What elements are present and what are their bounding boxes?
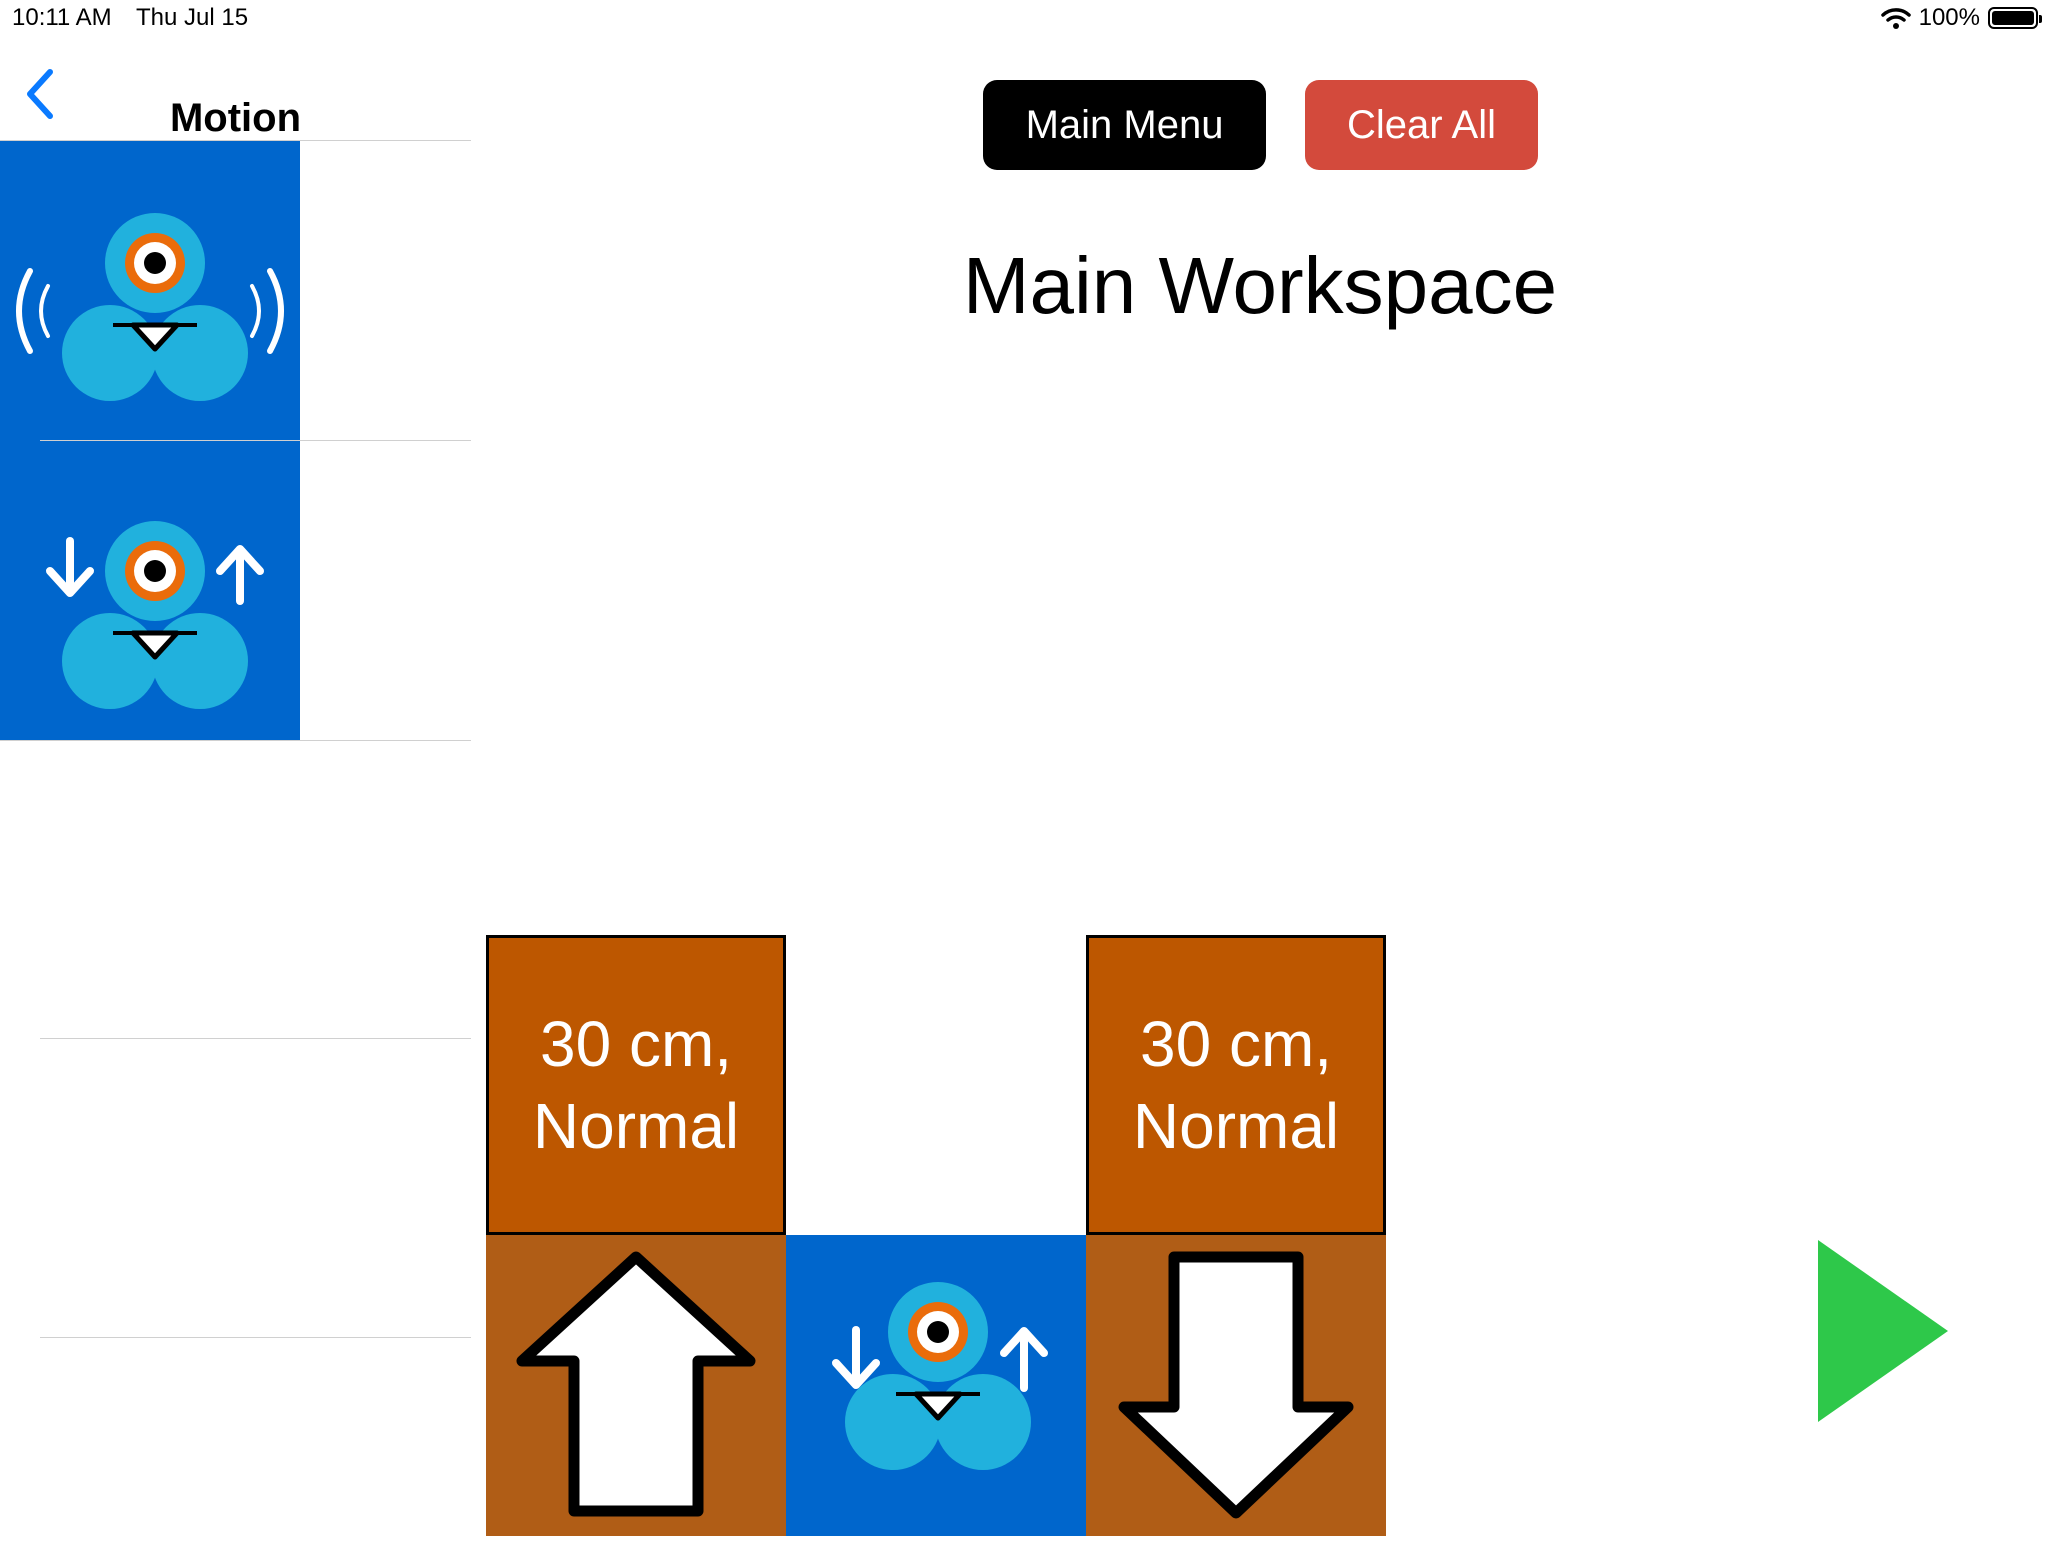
status-right: 100%: [1880, 4, 2042, 32]
arrow-up-icon: [516, 1251, 756, 1517]
sidebar-title: Motion: [169, 96, 302, 140]
drive-forward-parameter-block[interactable]: 30 cm, Normal: [486, 935, 786, 1235]
arrow-down-icon: [1118, 1251, 1354, 1519]
palette-wiggle-block[interactable]: [0, 141, 300, 441]
sidebar: Motion: [0, 34, 471, 1536]
parameter-speed: Normal: [1132, 1090, 1340, 1162]
palette-move-block[interactable]: [0, 441, 300, 741]
drive-backward-parameter-block[interactable]: 30 cm, Normal: [1086, 935, 1386, 1235]
program-move-block[interactable]: [786, 1235, 1086, 1536]
battery-percent: 100%: [1918, 4, 1980, 31]
battery-icon: [1988, 7, 2042, 29]
divider: [40, 1337, 471, 1338]
dash-robot-wiggle-icon: [16, 141, 284, 441]
drive-forward-block[interactable]: [486, 1235, 786, 1536]
parameter-speed: Normal: [532, 1090, 740, 1162]
status-date: Thu Jul 15: [136, 4, 249, 31]
wifi-icon: [1880, 8, 1911, 29]
drive-backward-block[interactable]: [1086, 1235, 1386, 1536]
parameter-distance: 30 cm,: [539, 1008, 733, 1080]
workspace-title: Main Workspace: [962, 241, 1558, 330]
parameter-distance: 30 cm,: [1139, 1008, 1333, 1080]
divider: [40, 1038, 471, 1039]
status-time: 10:11 AM: [12, 4, 112, 31]
play-icon[interactable]: [1818, 1240, 1948, 1422]
dash-robot-move-icon: [46, 441, 264, 741]
divider: [0, 740, 471, 741]
clear-all-button[interactable]: Clear All: [1305, 80, 1538, 170]
main-menu-button[interactable]: Main Menu: [983, 80, 1266, 170]
dash-robot-move-icon: [832, 1235, 1048, 1536]
